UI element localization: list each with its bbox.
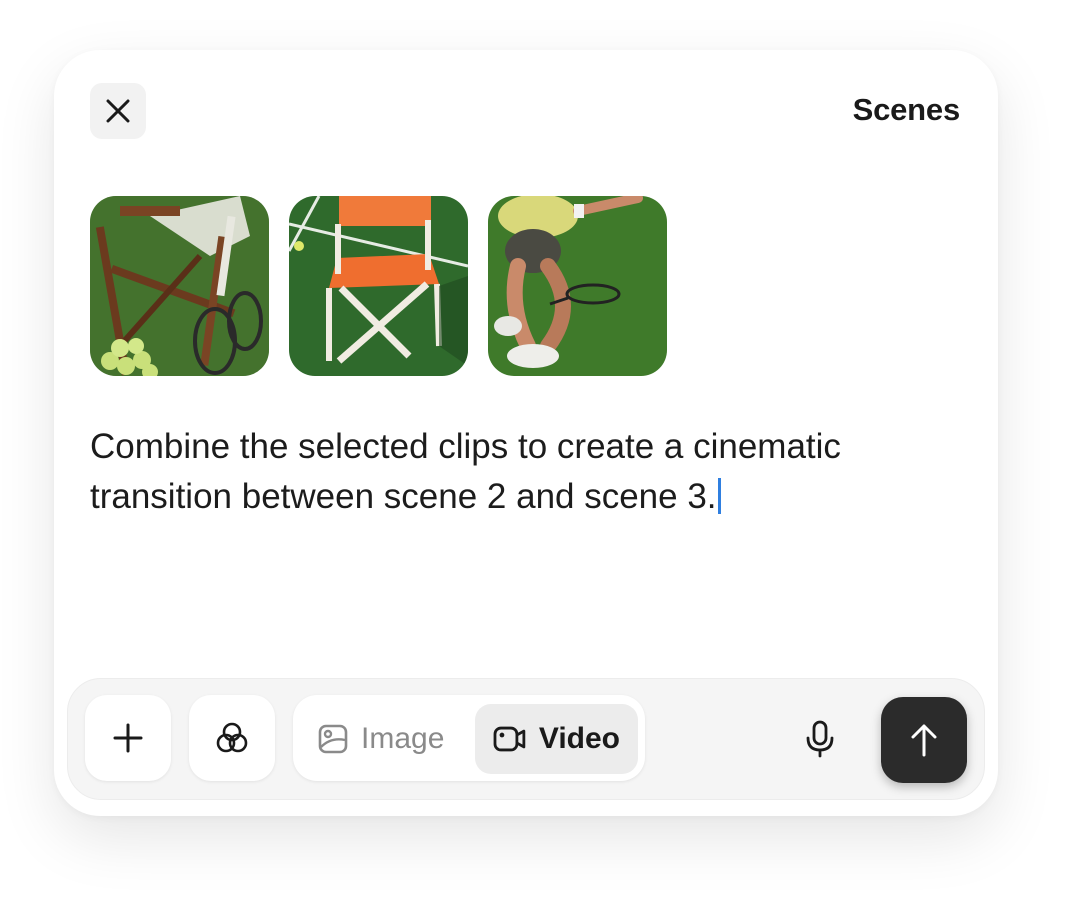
prompt-input[interactable]: Combine the selected clips to create a c… — [90, 422, 950, 522]
prompt-text: Combine the selected clips to create a c… — [90, 427, 841, 516]
input-toolbar: Image Video — [67, 678, 985, 800]
composer-card: Scenes Combine the selected clips to cre… — [54, 50, 998, 816]
microphone-icon — [806, 720, 834, 758]
page-title: Scenes — [852, 92, 961, 127]
overlapping-circles-icon — [216, 722, 248, 753]
add-button[interactable] — [85, 695, 171, 781]
video-camera-icon — [493, 726, 526, 752]
microphone-button[interactable] — [792, 711, 848, 767]
scene-thumbnail-2[interactable] — [289, 196, 468, 376]
text-caret — [717, 478, 721, 514]
arrow-up-icon — [911, 724, 937, 757]
plus-icon — [113, 723, 143, 753]
image-icon — [318, 724, 348, 754]
mode-video-label: Video — [538, 722, 620, 755]
mode-image-label: Image — [361, 722, 445, 755]
styles-button[interactable] — [189, 695, 275, 781]
send-button[interactable] — [881, 697, 967, 783]
close-button[interactable] — [90, 83, 146, 139]
mode-video-button[interactable]: Video — [475, 704, 638, 774]
close-icon — [106, 99, 130, 123]
mode-image-button[interactable]: Image — [299, 704, 462, 774]
thumbnail-strip — [90, 196, 667, 376]
mode-switcher: Image Video — [293, 695, 645, 781]
scene-thumbnail-1[interactable] — [90, 196, 269, 376]
scene-thumbnail-3[interactable] — [488, 196, 667, 376]
